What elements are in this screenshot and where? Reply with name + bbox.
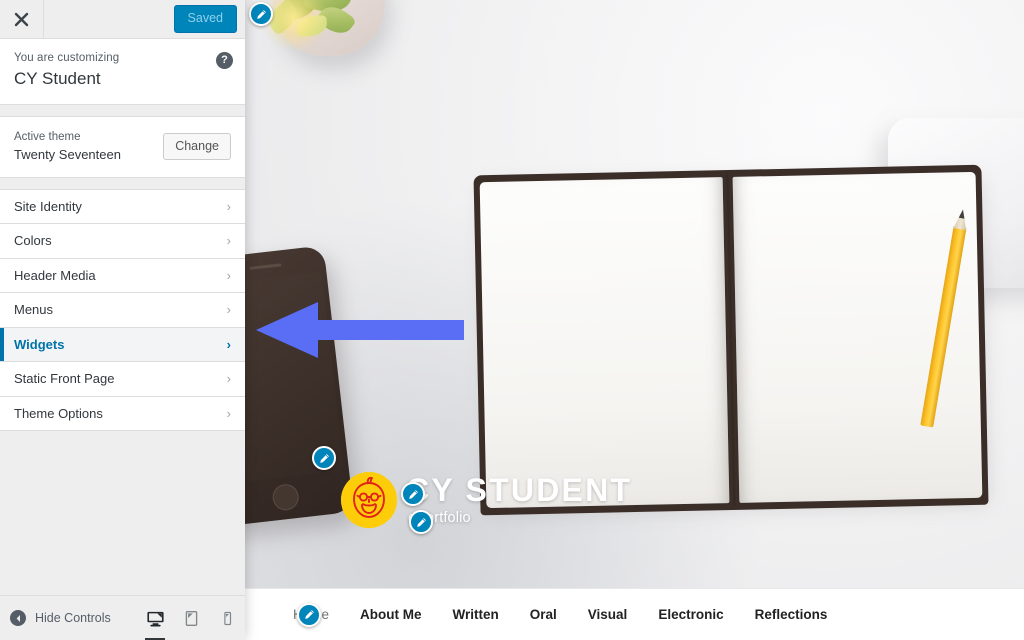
desktop-icon[interactable] bbox=[137, 596, 173, 640]
sidebar-item-colors[interactable]: Colors › bbox=[0, 224, 245, 259]
site-title-edit-shortcut[interactable] bbox=[401, 482, 425, 506]
branding-text: CY STUDENT ePortfolio bbox=[406, 474, 632, 526]
active-theme-text: Active theme Twenty Seventeen bbox=[14, 129, 121, 165]
sidebar-item-label: Site Identity bbox=[14, 198, 82, 214]
mobile-icon[interactable] bbox=[209, 596, 245, 640]
sidebar-item-menus[interactable]: Menus › bbox=[0, 293, 245, 328]
nav-item-reflections[interactable]: Reflections bbox=[755, 607, 828, 622]
preview-header: CY STUDENT ePortfolio bbox=[245, 0, 1024, 588]
chevron-right-icon: › bbox=[226, 267, 231, 283]
nav-menu-list: HomeAbout MeWrittenOralVisualElectronicR… bbox=[293, 607, 827, 622]
widget-area-edit-shortcut[interactable] bbox=[312, 446, 336, 470]
customizing-eyebrow: You are customizing bbox=[14, 52, 120, 64]
phone-home-button bbox=[271, 482, 301, 512]
site-title: CY STUDENT bbox=[406, 472, 633, 509]
sidebar-item-static-front-page[interactable]: Static Front Page › bbox=[0, 362, 245, 397]
sidebar-item-site-identity[interactable]: Site Identity › bbox=[0, 189, 245, 225]
nav-item-about-me[interactable]: About Me bbox=[360, 607, 422, 622]
site-preview: CY STUDENT ePortfolio About Me Written O… bbox=[245, 0, 1024, 640]
tablet-icon[interactable] bbox=[173, 596, 209, 640]
sidebar-item-label: Static Front Page bbox=[14, 371, 115, 387]
close-icon[interactable] bbox=[0, 0, 44, 38]
section-gap-2 bbox=[0, 177, 245, 189]
site-logo-avatar[interactable] bbox=[341, 472, 397, 528]
sidebar-item-label: Widgets bbox=[14, 336, 65, 352]
customizer-sidebar: Saved You are customizing CY Student ? A… bbox=[0, 0, 245, 640]
nav-item-oral[interactable]: Oral bbox=[530, 607, 557, 622]
pencil-tip bbox=[959, 209, 966, 219]
active-theme-label: Active theme bbox=[14, 131, 81, 144]
customizer-screen: Saved You are customizing CY Student ? A… bbox=[0, 0, 1024, 640]
sidebar-item-widgets[interactable]: Widgets › bbox=[0, 327, 245, 363]
sidebar-item-theme-options[interactable]: Theme Options › bbox=[0, 396, 245, 432]
collapse-left-icon bbox=[10, 610, 26, 626]
sidebar-item-label: Header Media bbox=[14, 267, 96, 283]
site-navigation: HomeAbout MeWrittenOralVisualElectronicR… bbox=[245, 588, 1024, 640]
hide-controls-button[interactable]: Hide Controls bbox=[10, 610, 137, 626]
nav-item-written[interactable]: Written bbox=[453, 607, 499, 622]
sidebar-item-label: Menus bbox=[14, 302, 54, 318]
nav-menu-edit-shortcut[interactable] bbox=[297, 602, 321, 627]
chevron-right-icon: › bbox=[226, 336, 231, 352]
device-preview-group bbox=[137, 596, 245, 640]
active-theme-name: Twenty Seventeen bbox=[14, 146, 121, 162]
section-gap bbox=[0, 105, 245, 117]
chevron-right-icon: › bbox=[226, 233, 231, 249]
customizer-footer: Hide Controls bbox=[0, 595, 245, 640]
customizer-topbar: Saved bbox=[0, 0, 245, 39]
active-theme-section: Active theme Twenty Seventeen Change bbox=[0, 116, 245, 178]
help-icon[interactable]: ? bbox=[216, 52, 233, 69]
nav-item-electronic[interactable]: Electronic bbox=[658, 607, 723, 622]
chevron-right-icon: › bbox=[226, 371, 231, 387]
sidebar-filler bbox=[0, 431, 245, 595]
customizer-panel-list: Site Identity › Colors › Header Media › Menus ›… bbox=[0, 188, 245, 432]
sidebar-item-header-media[interactable]: Header Media › bbox=[0, 258, 245, 294]
notebook-page-left bbox=[479, 177, 730, 509]
sidebar-item-label: Colors bbox=[14, 233, 52, 249]
change-theme-button[interactable]: Change bbox=[163, 133, 231, 161]
open-notebook bbox=[473, 164, 989, 516]
chevron-right-icon: › bbox=[226, 405, 231, 421]
chevron-right-icon: › bbox=[226, 198, 231, 214]
site-tagline: ePortfolio bbox=[408, 509, 471, 526]
tagline-edit-shortcut[interactable] bbox=[409, 510, 433, 534]
page-title: CY Student bbox=[14, 69, 101, 89]
chevron-right-icon: › bbox=[226, 302, 231, 318]
save-button[interactable]: Saved bbox=[173, 5, 237, 33]
site-branding: CY STUDENT ePortfolio bbox=[341, 472, 632, 528]
nav-item-visual[interactable]: Visual bbox=[588, 607, 628, 622]
sidebar-item-label: Theme Options bbox=[14, 405, 103, 421]
header-image-edit-shortcut[interactable] bbox=[249, 2, 273, 26]
customizing-info: You are customizing CY Student ? bbox=[0, 39, 245, 106]
phone-speaker bbox=[249, 263, 282, 270]
hide-controls-label: Hide Controls bbox=[35, 611, 111, 625]
